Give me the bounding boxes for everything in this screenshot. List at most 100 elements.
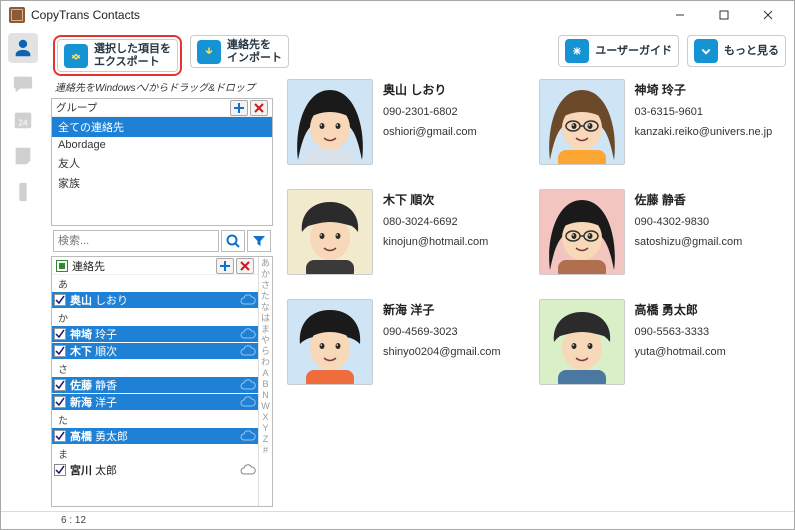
- avatar: [287, 79, 373, 165]
- avatar: [287, 299, 373, 385]
- guide-label: ユーザーガイド: [595, 45, 672, 58]
- contact-email: kinojun@hotmail.com: [383, 236, 488, 248]
- contact-row[interactable]: 木下 順次: [52, 343, 258, 360]
- export-selected-button[interactable]: 選択した項目を エクスポート: [57, 39, 178, 72]
- avatar: [539, 79, 625, 165]
- contact-email: shinyo0204@gmail.com: [383, 346, 501, 358]
- window-close-button[interactable]: [746, 1, 790, 29]
- avatar: [539, 299, 625, 385]
- search-row: [51, 230, 273, 252]
- contact-phone: 03-6315-9601: [635, 106, 773, 118]
- contact-checkbox[interactable]: [54, 464, 66, 476]
- group-add-button[interactable]: [230, 100, 248, 116]
- contact-email: kanzaki.reiko@univers.ne.jp: [635, 126, 773, 138]
- contacts-section-heading: さ: [52, 360, 258, 377]
- contact-card[interactable]: 木下 順次080-3024-6692kinojun@hotmail.com: [287, 189, 523, 275]
- contact-row[interactable]: 高橋 勇太郎: [52, 428, 258, 445]
- contact-phone: 080-3024-6692: [383, 216, 488, 228]
- filter-button[interactable]: [247, 230, 271, 252]
- drag-hint-text: 連絡先をWindowsへ/からドラッグ&ドロップ: [51, 79, 273, 94]
- contact-row[interactable]: 奥山 しおり: [52, 292, 258, 309]
- group-item[interactable]: 全ての連絡先: [52, 117, 272, 137]
- more-button[interactable]: もっと見る: [687, 35, 786, 67]
- cloud-icon: [240, 379, 256, 391]
- avatar: [539, 189, 625, 275]
- select-all-checkbox[interactable]: [56, 260, 68, 272]
- contacts-panel: 連絡先あ奥山 しおりか神埼 玲子木下 順次さ佐藤 静香新海 洋子た高橋 勇太郎ま…: [51, 256, 273, 507]
- rail-device[interactable]: [8, 177, 38, 207]
- cloud-icon: [240, 430, 256, 442]
- group-item[interactable]: Abordage: [52, 137, 272, 153]
- contact-card[interactable]: 奥山 しおり090-2301-6802oshiori@gmail.com: [287, 79, 523, 165]
- contact-info: 佐藤 静香090-4302-9830satoshizu@gmail.com: [635, 189, 743, 275]
- import-icon: [197, 40, 221, 64]
- cloud-icon: [240, 294, 256, 306]
- contact-name: 高橋 勇太郎: [635, 301, 726, 318]
- export-icon: [64, 44, 88, 68]
- contact-name-label: 神埼 玲子: [70, 326, 117, 342]
- contact-row[interactable]: 神埼 玲子: [52, 326, 258, 343]
- groups-header-label: グループ: [56, 100, 97, 115]
- contacts-header-label: 連絡先: [72, 258, 105, 274]
- search-button[interactable]: [221, 230, 245, 252]
- import-contacts-button[interactable]: 連絡先を インポート: [190, 35, 289, 68]
- group-item[interactable]: 友人: [52, 153, 272, 173]
- contact-email: yuta@hotmail.com: [635, 346, 726, 358]
- contact-name: 奥山 しおり: [383, 81, 477, 98]
- search-input[interactable]: [53, 230, 219, 252]
- rail-notes[interactable]: [8, 141, 38, 171]
- groups-list[interactable]: 全ての連絡先Abordage友人家族: [52, 117, 272, 225]
- contacts-list[interactable]: 連絡先あ奥山 しおりか神埼 玲子木下 順次さ佐藤 静香新海 洋子た高橋 勇太郎ま…: [52, 257, 258, 506]
- contact-checkbox[interactable]: [54, 328, 66, 340]
- contact-add-button[interactable]: [216, 258, 234, 274]
- contacts-section-heading: た: [52, 411, 258, 428]
- contact-name-label: 新海 洋子: [70, 394, 117, 410]
- contact-card[interactable]: 新海 洋子090-4569-3023shinyo0204@gmail.com: [287, 299, 523, 385]
- kana-index-item[interactable]: #: [263, 446, 268, 457]
- contact-delete-button[interactable]: [236, 258, 254, 274]
- status-bar: 6 : 12: [1, 511, 794, 529]
- groups-header: グループ: [52, 99, 272, 117]
- contact-name-label: 奥山 しおり: [70, 292, 128, 308]
- contact-row[interactable]: 佐藤 静香: [52, 377, 258, 394]
- contact-checkbox[interactable]: [54, 345, 66, 357]
- contact-card[interactable]: 神埼 玲子 03-6315-9601 kanzaki.reiko@univers.n…: [539, 79, 775, 165]
- contacts-section-heading: あ: [52, 275, 258, 292]
- contact-card[interactable]: 高橋 勇太郎 090-5563-3333 yuta@hotmail.com: [539, 299, 775, 385]
- contact-row[interactable]: 宮川 太郎: [52, 462, 258, 479]
- cloud-icon: [240, 464, 256, 476]
- contacts-detail-pane: 奥山 しおり090-2301-6802oshiori@gmail.com 神埼 玲…: [279, 79, 788, 507]
- export-highlight: 選択した項目を エクスポート: [53, 35, 182, 76]
- rail-messages[interactable]: [8, 69, 38, 99]
- contacts-section-heading: か: [52, 309, 258, 326]
- contact-name-label: 佐藤 静香: [70, 377, 117, 393]
- app-window: CopyTrans Contacts 24: [0, 0, 795, 530]
- contact-card[interactable]: 佐藤 静香090-4302-9830satoshizu@gmail.com: [539, 189, 775, 275]
- contact-checkbox[interactable]: [54, 430, 66, 442]
- contact-checkbox[interactable]: [54, 294, 66, 306]
- window-maximize-button[interactable]: [702, 1, 746, 29]
- left-pane: 連絡先をWindowsへ/からドラッグ&ドロップ グループ: [47, 79, 277, 507]
- rail-contacts[interactable]: [8, 33, 38, 63]
- window-minimize-button[interactable]: [658, 1, 702, 29]
- group-item[interactable]: 家族: [52, 173, 272, 193]
- kana-index[interactable]: あかさたなはまやらわABNWXYZ#: [258, 257, 272, 506]
- contact-name: 新海 洋子: [383, 301, 501, 318]
- rail-calendar[interactable]: 24: [8, 105, 38, 135]
- contact-email: oshiori@gmail.com: [383, 126, 477, 138]
- contact-phone: 090-4302-9830: [635, 216, 743, 228]
- more-icon: [694, 39, 718, 63]
- contact-checkbox[interactable]: [54, 379, 66, 391]
- contact-phone: 090-5563-3333: [635, 326, 726, 338]
- contact-name-label: 木下 順次: [70, 343, 117, 359]
- group-delete-button[interactable]: [250, 100, 268, 116]
- contact-row[interactable]: 新海 洋子: [52, 394, 258, 411]
- contact-checkbox[interactable]: [54, 396, 66, 408]
- contact-name: 神埼 玲子: [635, 81, 773, 98]
- contact-info: 神埼 玲子 03-6315-9601 kanzaki.reiko@univers.n…: [635, 79, 773, 165]
- cloud-icon: [240, 328, 256, 340]
- app-icon: [9, 7, 25, 23]
- user-guide-button[interactable]: ユーザーガイド: [558, 35, 679, 67]
- contact-info: 木下 順次080-3024-6692kinojun@hotmail.com: [383, 189, 488, 275]
- contact-email: satoshizu@gmail.com: [635, 236, 743, 248]
